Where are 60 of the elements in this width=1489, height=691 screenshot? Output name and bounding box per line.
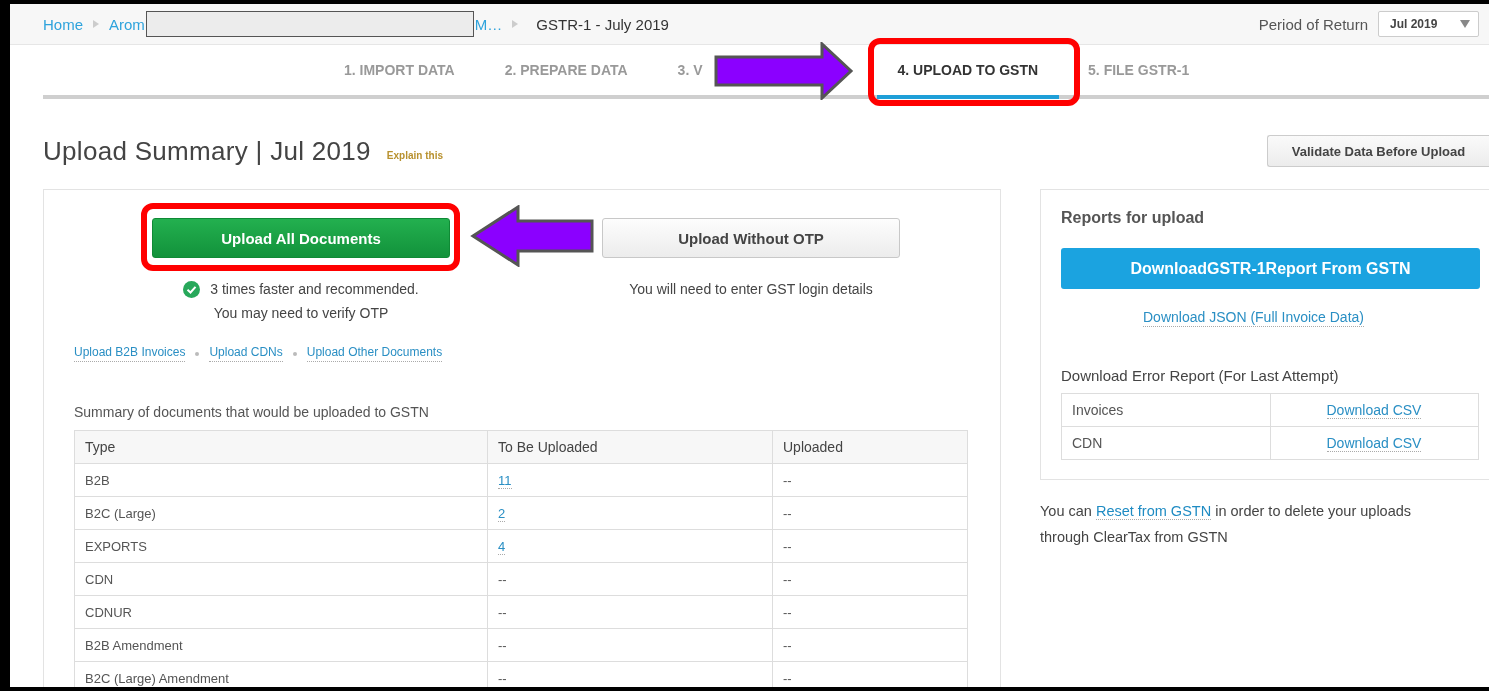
reports-title: Reports for upload: [1061, 209, 1206, 227]
step-tab[interactable]: 3. V: [656, 45, 703, 99]
download-report-button[interactable]: DownloadGSTR-1Report From GSTN: [1061, 248, 1480, 289]
table-cell: --: [772, 463, 968, 497]
table-cell: B2C (Large): [74, 496, 488, 530]
download-csv-link[interactable]: Download CSV: [1326, 402, 1422, 419]
page-title: Upload Summary | Jul 2019: [43, 135, 371, 167]
note-text: 3 times faster and recommended.: [210, 280, 419, 299]
upload-link[interactable]: Upload Other Documents: [306, 345, 443, 362]
table-cell: B2C (Large) Amendment: [74, 661, 488, 687]
table-cell: B2B: [74, 463, 488, 497]
breadcrumb-separator-icon: [511, 20, 520, 28]
upload-button[interactable]: Upload All Documents: [152, 218, 450, 258]
table-cell: Invoices: [1061, 393, 1270, 427]
table-cell: --: [772, 496, 968, 530]
note-text: You will need to enter GST login details: [629, 280, 873, 299]
column-header: Type: [74, 430, 488, 464]
breadcrumb-current: GSTR-1 - July 2019: [536, 15, 669, 33]
breadcrumb-separator-icon: [92, 20, 100, 28]
reset-note: You can Reset from GSTN in order to delete your uploads through ClearTax from GSTN: [1040, 502, 1413, 547]
count-link[interactable]: 11: [498, 472, 512, 489]
step-tab[interactable]: 4. UPLOAD TO GSTN: [876, 45, 1060, 99]
period-label: Period of Return: [1258, 15, 1368, 33]
upload-link[interactable]: Upload B2B Invoices: [74, 345, 186, 362]
table-cell: CDN: [1061, 426, 1270, 460]
table-cell: CDN: [74, 562, 488, 596]
download-csv-link[interactable]: Download CSV: [1326, 435, 1422, 452]
upload-button[interactable]: Upload Without OTP: [602, 218, 900, 258]
count-link[interactable]: 4: [498, 538, 506, 555]
table-cell: --: [487, 595, 773, 629]
breadcrumb-link[interactable]: Arom: [109, 15, 145, 33]
table-cell: --: [487, 562, 773, 596]
validate-button[interactable]: Validate Data Before Upload: [1267, 135, 1489, 167]
table-cell: --: [772, 529, 968, 563]
table-cell: B2B Amendment: [74, 628, 488, 662]
table-cell: CDNUR: [74, 595, 488, 629]
count-link[interactable]: 2: [498, 505, 506, 522]
bullet-icon: [195, 351, 200, 356]
summary-caption: Summary of documents that would be uploaded to GSTN: [74, 404, 430, 420]
dropdown-caret-icon: [1460, 20, 1470, 28]
step-tab[interactable]: 2. PREPARE DATA: [483, 45, 649, 99]
table-cell: --: [772, 595, 968, 629]
breadcrumb-link[interactable]: M…: [474, 15, 503, 33]
bullet-icon: [292, 351, 297, 356]
table-cell: EXPORTS: [74, 529, 488, 563]
table-cell: --: [487, 628, 773, 662]
column-header: Uploaded: [772, 430, 968, 464]
step-tab[interactable]: 1. IMPORT DATA: [323, 45, 476, 99]
step-tab[interactable]: 5. FILE GSTR-1: [1067, 45, 1211, 99]
upload-link[interactable]: Upload CDNs: [209, 345, 283, 362]
reset-link[interactable]: Reset from GSTN: [1095, 503, 1212, 520]
explain-link[interactable]: Explain this: [386, 149, 443, 161]
breadcrumb-link[interactable]: Home: [43, 15, 83, 33]
note-text: You may need to verify OTP: [213, 304, 389, 323]
column-header: To Be Uploaded: [487, 430, 773, 464]
period-select[interactable]: Jul 2019: [1378, 11, 1479, 37]
download-json-link[interactable]: Download JSON (Full Invoice Data): [1143, 309, 1364, 327]
error-report-title: Download Error Report (For Last Attempt): [1061, 367, 1340, 384]
table-cell: --: [772, 562, 968, 596]
table-cell: --: [772, 628, 968, 662]
